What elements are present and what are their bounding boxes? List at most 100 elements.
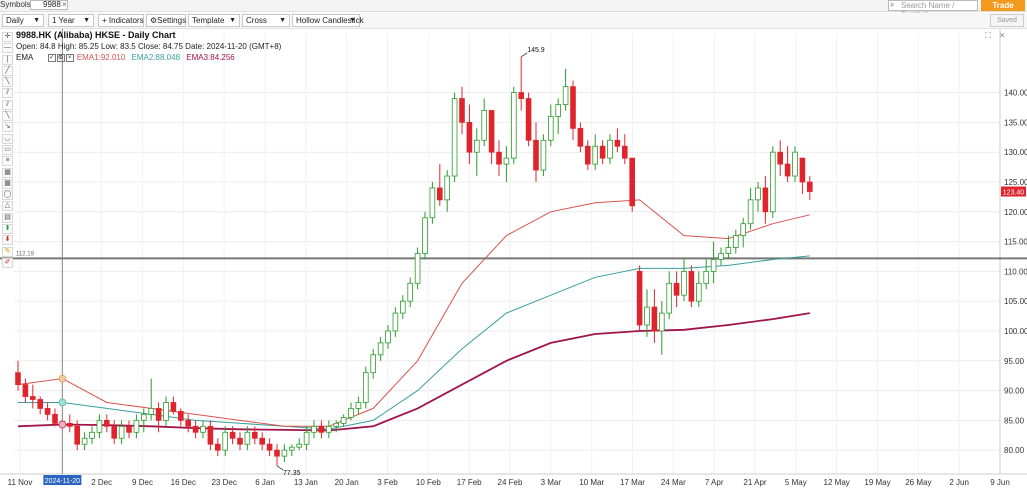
candle-body [407, 282, 413, 302]
x-tick-label: 24 Mar [661, 478, 686, 487]
low-value: 83.5 [120, 42, 136, 51]
ohlc-row: Open: 84.8 High: 85.25 Low: 83.5 Close: … [16, 41, 281, 52]
cursor-label: Cross [246, 16, 267, 25]
candle-body [488, 110, 495, 153]
extended-line-tool-icon[interactable]: ╲ [2, 111, 13, 122]
x-tick-label: 20 Jan [335, 478, 359, 487]
x-tick-label: 16 Dec [171, 478, 196, 487]
chart-style-select[interactable]: Hollow Candlestick ▼ [292, 14, 364, 27]
chart-info: 9988.HK (Alibaba) HKSE - Daily Chart Ope… [16, 30, 281, 63]
arrow-down-tool-icon[interactable]: ⬇ [2, 235, 13, 246]
settings-button[interactable]: ⚙Settings [146, 14, 186, 27]
chevron-down-icon: ▼ [33, 17, 40, 24]
search-input[interactable]: Search Name / Symbol [888, 0, 978, 19]
candle-body [733, 235, 739, 248]
close-icon[interactable]: ⨯ [999, 31, 1006, 40]
crosshair-tool-icon[interactable]: ✛ [2, 32, 13, 42]
checkbox-icon[interactable]: ✓ [47, 53, 56, 62]
trade-button[interactable]: Trade [981, 0, 1025, 11]
candle-body [37, 399, 43, 409]
ellipse-tool-icon[interactable]: ◯ [2, 190, 13, 201]
x-tick-label: 2 Jun [949, 478, 969, 487]
triangle-tool-icon[interactable]: △ [2, 201, 13, 212]
ema1-label: EMA1: [76, 53, 101, 62]
candle-body [570, 86, 576, 129]
high-mark-label: 145.9 [527, 47, 545, 54]
ema1-marker [58, 374, 67, 383]
last-price-label: 123.40 [1003, 190, 1025, 197]
template-label: Template [192, 16, 225, 25]
arrow-up-tool-icon[interactable]: ⬆ [2, 224, 13, 235]
candle-body [622, 145, 628, 159]
candle-body [659, 312, 665, 332]
gann-tool-icon[interactable]: ▦ [2, 167, 13, 178]
x-tick-label: 13 Jan [294, 478, 318, 487]
text-tool-icon[interactable]: ▤ [2, 212, 13, 223]
candle-body [362, 372, 369, 403]
x-tick-label: 19 May [864, 478, 890, 487]
template-select[interactable]: Template ▼ [188, 14, 240, 27]
channel-tool-icon[interactable]: ⫽ [2, 88, 13, 99]
saved-button[interactable]: Saved [990, 14, 1024, 27]
candle-body [703, 270, 709, 284]
price-chart[interactable]: 80.00 85.00 90.00 95.00 100.00 105.00 110.00 11… [0, 29, 1027, 489]
close-icon[interactable]: × [62, 0, 67, 10]
candle-body [185, 419, 192, 427]
candle-body [725, 247, 732, 254]
candle-body [755, 187, 761, 201]
vertical-line-tool-icon[interactable]: | [2, 54, 13, 65]
chart-area[interactable]: 80.00 85.00 90.00 95.00 100.00 105.00 110.00 11… [0, 29, 1027, 489]
y-tick-label: 80.00 [1004, 446, 1025, 455]
candle-body [510, 92, 517, 159]
candle-body [710, 259, 717, 272]
candle-body [459, 98, 465, 123]
cursor-select[interactable]: Cross ▼ [242, 14, 290, 27]
interval-select[interactable]: Daily ▼ [2, 14, 44, 27]
candle-body [318, 425, 325, 433]
interval-label: Daily [6, 16, 24, 25]
indicators-label: Indicators [108, 16, 144, 25]
drawing-tools: ✛ — | ╱ ╲ ⫽ ⫽ ╲ ↘ ◡ ▭ ≡ ▦ ▦ ◯ △ ▤ ⬆ ⬇ ✎ … [2, 32, 14, 269]
arc-tool-icon[interactable]: ◡ [2, 133, 13, 144]
x-tick-label: 2 Dec [91, 478, 112, 487]
grid-tool-icon[interactable]: ▦ [2, 178, 13, 189]
horizontal-line-tool-icon[interactable]: — [2, 43, 13, 54]
candle-body [762, 187, 769, 213]
range-select[interactable]: 1 Year ▼ [48, 14, 94, 27]
parallel-tool-icon[interactable]: ⫽ [2, 99, 13, 110]
y-tick-label: 115.00 [1004, 238, 1027, 247]
pencil-tool-icon[interactable]: ✎ [2, 246, 13, 257]
trend-line-tool-icon[interactable]: ╱ [2, 65, 13, 76]
ema2-marker [58, 398, 67, 407]
x-tick-label: 6 Jan [255, 478, 275, 487]
x-tick-label: 5 May [785, 478, 807, 487]
candle-body [325, 425, 332, 433]
candle-body [807, 181, 813, 192]
candle-body [592, 145, 598, 165]
open-value: 84.8 [40, 42, 56, 51]
candle-body [525, 98, 532, 141]
range-label: 1 Year [52, 16, 75, 25]
candle-body [555, 104, 561, 117]
x-tick-label: 21 Apr [743, 478, 766, 487]
chart-window-controls: ⛶ ⨯ [985, 31, 1006, 41]
candle-body [229, 431, 236, 439]
gear-icon[interactable]: ⚙ [56, 53, 65, 62]
candle-body [163, 402, 169, 421]
fullscreen-icon[interactable]: ⛶ [985, 31, 991, 40]
arrow-line-tool-icon[interactable]: ↘ [2, 122, 13, 133]
ray-tool-icon[interactable]: ╲ [2, 77, 13, 88]
y-tick-label: 90.00 [1004, 387, 1025, 396]
close-icon[interactable]: × [65, 53, 74, 62]
candle-body [429, 187, 436, 219]
candle-body [200, 425, 206, 433]
indicators-button[interactable]: + Indicators [98, 14, 144, 27]
rectangle-tool-icon[interactable]: ▭ [2, 144, 13, 155]
search-icon: ⌕ [890, 0, 895, 9]
fib-tool-icon[interactable]: ≡ [2, 156, 13, 167]
candle-body [666, 282, 672, 314]
candle-body [288, 446, 295, 451]
eraser-tool-icon[interactable]: ✐ [2, 257, 13, 268]
low-label: Low: [101, 42, 118, 51]
candle-body [15, 372, 21, 386]
